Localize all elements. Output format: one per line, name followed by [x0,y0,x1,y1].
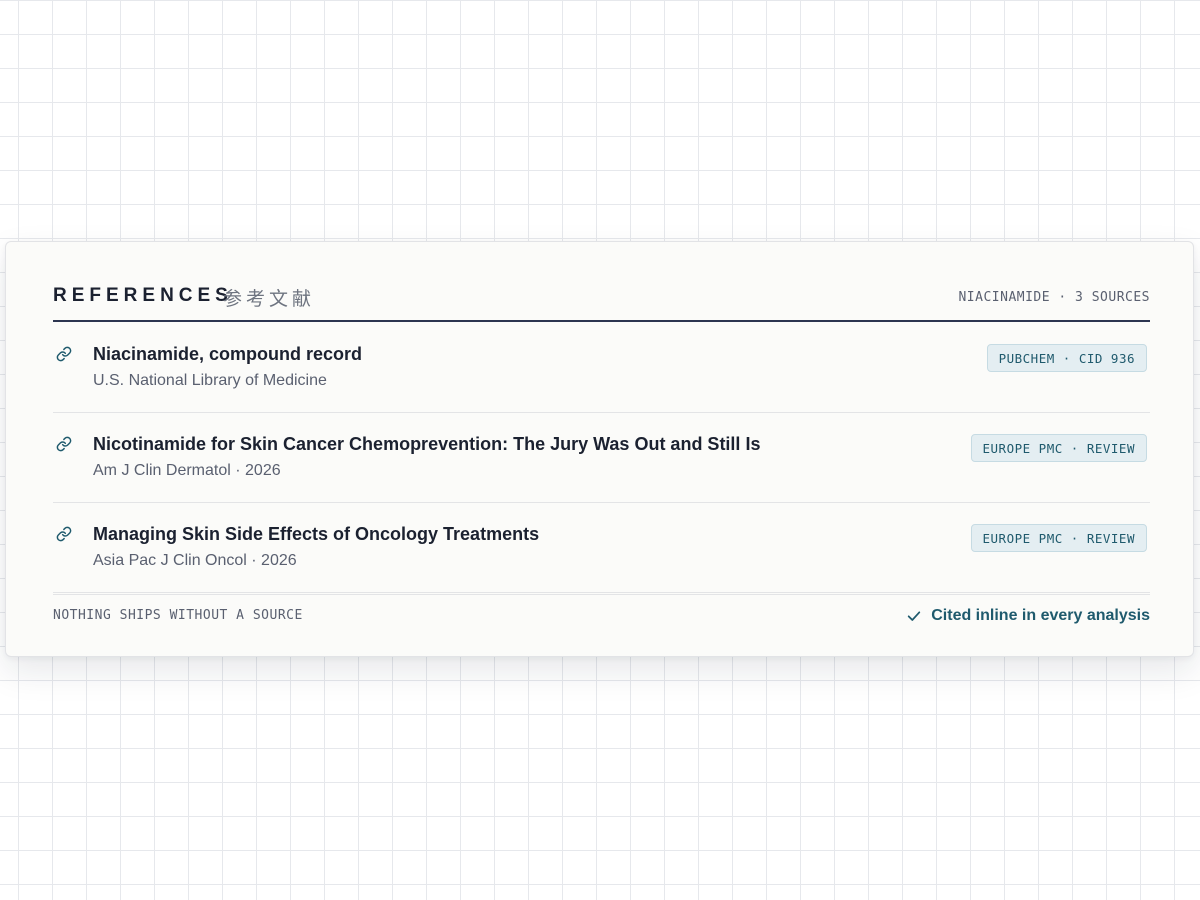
sources-count: NIACINAMIDE · 3 SOURCES [958,290,1150,305]
reference-title[interactable]: Managing Skin Side Effects of Oncology T… [93,524,539,545]
references-header: REFERENCES 参考文献 NIACINAMIDE · 3 SOURCES [53,282,1150,322]
reference-item[interactable]: Managing Skin Side Effects of Oncology T… [53,502,1150,595]
references-footer: NOTHING SHIPS WITHOUT A SOURCE Cited inl… [53,594,1150,638]
link-icon[interactable] [56,436,72,452]
citation-status: Cited inline in every analysis [906,607,1150,625]
reference-item[interactable]: Niacinamide, compound record U.S. Nation… [53,322,1150,413]
source-badge: EUROPE PMC · REVIEW [970,434,1147,462]
link-icon[interactable] [56,346,72,362]
references-card: REFERENCES 参考文献 NIACINAMIDE · 3 SOURCES … [5,241,1194,657]
source-badge: PUBCHEM · CID 936 [986,344,1147,372]
reference-title[interactable]: Niacinamide, compound record [93,344,362,365]
reference-source: Am J Clin Dermatol · 2026 [93,462,281,479]
reference-item[interactable]: Nicotinamide for Skin Cancer Chemopreven… [53,412,1150,503]
check-icon [908,611,921,621]
reference-source: Asia Pac J Clin Oncol · 2026 [93,552,297,569]
panel-title-cjk: 参考文献 [223,288,316,310]
footer-tagline: NOTHING SHIPS WITHOUT A SOURCE [53,608,303,623]
reference-source: U.S. National Library of Medicine [93,372,327,389]
citation-status-label: Cited inline in every analysis [931,607,1150,624]
source-badge: EUROPE PMC · REVIEW [970,524,1147,552]
link-icon[interactable] [56,526,72,542]
reference-title[interactable]: Nicotinamide for Skin Cancer Chemopreven… [93,434,760,455]
panel-title: REFERENCES [53,285,233,306]
